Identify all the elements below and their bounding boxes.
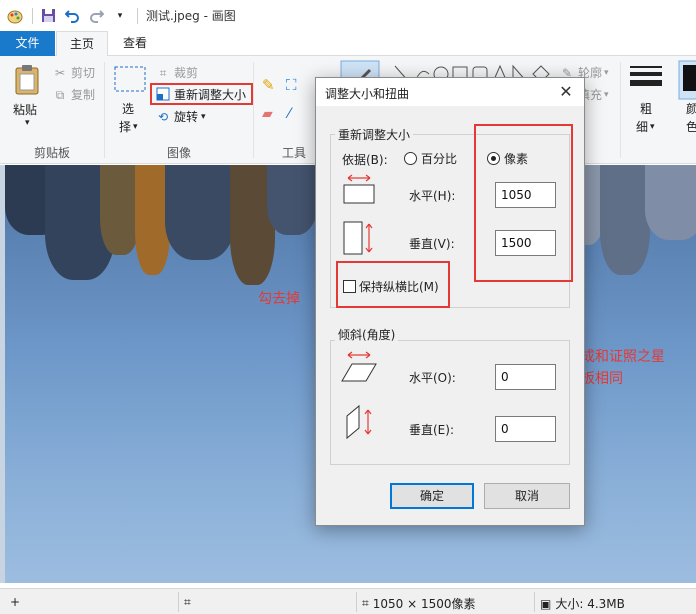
line-size-icon[interactable]	[629, 64, 663, 95]
horizontal-skew-icon	[341, 351, 377, 382]
select-dropdown-icon: ▾	[133, 121, 138, 132]
separator	[137, 7, 138, 24]
outline-dropdown-icon: ▾	[604, 67, 609, 78]
pixels-values-highlight-box	[474, 124, 573, 282]
clipboard-group-label: 剪贴板	[33, 146, 70, 160]
rotate-label: 旋转	[174, 110, 199, 124]
select-button-line1[interactable]: 选	[122, 100, 134, 117]
add-icon: +	[10, 595, 21, 609]
title-bar: ▾ 测试.jpeg - 画图	[0, 0, 696, 31]
ribbon-tabs: 文件 主页 查看	[0, 31, 696, 57]
copy-button[interactable]: ⧉ 复制	[52, 86, 95, 103]
fill-dropdown-icon: ▾	[604, 89, 609, 100]
crop-label: 裁剪	[174, 66, 199, 80]
select-icon[interactable]	[114, 66, 146, 95]
cut-button[interactable]: ✂ 剪切	[52, 64, 95, 81]
cancel-button[interactable]: 取消	[484, 483, 570, 509]
separator	[356, 592, 357, 612]
paste-dropdown-icon[interactable]: ▾	[25, 118, 30, 128]
image-group-label: 图像	[166, 146, 191, 160]
by-label: 依据(B):	[342, 153, 388, 167]
crop-button[interactable]: ⌗ 裁剪	[155, 64, 198, 81]
size-label: 细	[636, 120, 649, 134]
color1-line2[interactable]: 色	[686, 118, 696, 135]
crop-icon: ⌗	[159, 65, 167, 80]
separator	[534, 592, 535, 612]
skew-section-title: 倾斜(角度)	[335, 326, 399, 343]
percent-radio[interactable]: 百分比	[404, 150, 457, 167]
rotate-icon: ⟲	[157, 109, 169, 124]
skew-horizontal-label: 水平(O):	[409, 371, 456, 385]
annotation-uncheck: 勾去掉	[258, 291, 300, 307]
copy-icon: ⧉	[55, 87, 65, 102]
pencil-icon[interactable]: ✎	[262, 76, 275, 94]
color-picker-icon[interactable]: ⁄	[288, 106, 290, 122]
dimensions-text: 1050 × 1500像素	[372, 597, 476, 611]
dialog-title-bar: 调整大小和扭曲 ✕	[316, 78, 584, 106]
size-button-line2[interactable]: 细 ▾	[636, 118, 655, 135]
size-button-line1[interactable]: 粗	[640, 100, 652, 117]
select-label: 择	[119, 120, 132, 134]
fill-icon[interactable]: ⛶	[286, 76, 297, 94]
resize-section-title: 重新调整大小	[335, 126, 414, 143]
size-dropdown-icon: ▾	[650, 121, 655, 132]
rotate-button[interactable]: ⟲ 旋转 ▾	[155, 108, 206, 125]
skew-vertical-label: 垂直(E):	[409, 423, 454, 437]
vertical-resize-icon	[343, 221, 373, 255]
window-title: 测试.jpeg - 画图	[146, 9, 236, 23]
quick-access-toolbar: ▾	[0, 0, 138, 31]
tab-view[interactable]: 查看	[109, 31, 161, 56]
resize-highlight-box	[150, 83, 253, 105]
percent-label: 百分比	[421, 152, 458, 166]
file-size: ▣ 大小: 4.3MB	[540, 595, 625, 612]
vertical-skew-icon	[346, 404, 372, 440]
separator	[178, 592, 179, 612]
vertical-label: 垂直(V):	[409, 237, 455, 251]
color1-swatch[interactable]	[678, 60, 696, 103]
horizontal-resize-icon	[343, 174, 375, 204]
redo-icon[interactable]	[87, 7, 105, 25]
image-dimensions: ⌗ 1050 × 1500像素	[362, 595, 476, 612]
tab-file[interactable]: 文件	[0, 31, 55, 56]
scissors-icon: ✂	[54, 65, 66, 80]
file-size-text: 大小: 4.3MB	[555, 597, 625, 611]
skew-horizontal-input[interactable]	[495, 364, 556, 390]
copy-label: 复制	[71, 88, 96, 102]
tab-home[interactable]: 主页	[56, 31, 108, 57]
paste-icon[interactable]	[14, 64, 40, 99]
rotate-dropdown-icon: ▾	[201, 111, 206, 122]
undo-icon[interactable]	[63, 7, 81, 25]
status-bar: + ⌗ ⌗ 1050 × 1500像素 ▣ 大小: 4.3MB	[0, 588, 696, 614]
selection-size-icon: ⌗	[184, 595, 191, 609]
separator	[620, 62, 621, 158]
paste-button[interactable]: 粘贴	[13, 101, 37, 118]
cut-label: 剪切	[71, 66, 96, 80]
close-icon[interactable]: ✕	[556, 82, 576, 102]
separator	[32, 7, 33, 24]
customize-toolbar-icon[interactable]: ▾	[111, 7, 129, 25]
disk-icon: ▣	[540, 596, 552, 611]
select-button-line2[interactable]: 择 ▾	[119, 118, 138, 135]
ok-button[interactable]: 确定	[390, 483, 474, 509]
horizontal-label: 水平(H):	[409, 189, 456, 203]
eraser-icon[interactable]: ▰	[262, 106, 273, 122]
paint-app-icon[interactable]	[6, 7, 24, 25]
skew-vertical-input[interactable]	[495, 416, 556, 442]
percent-radio-dot	[404, 152, 417, 165]
color1-line1[interactable]: 颜	[686, 100, 696, 117]
dimensions-icon: ⌗	[362, 596, 369, 610]
keep-ratio-highlight-box	[336, 261, 450, 308]
dialog-title: 调整大小和扭曲	[325, 87, 410, 101]
save-icon[interactable]	[39, 7, 57, 25]
